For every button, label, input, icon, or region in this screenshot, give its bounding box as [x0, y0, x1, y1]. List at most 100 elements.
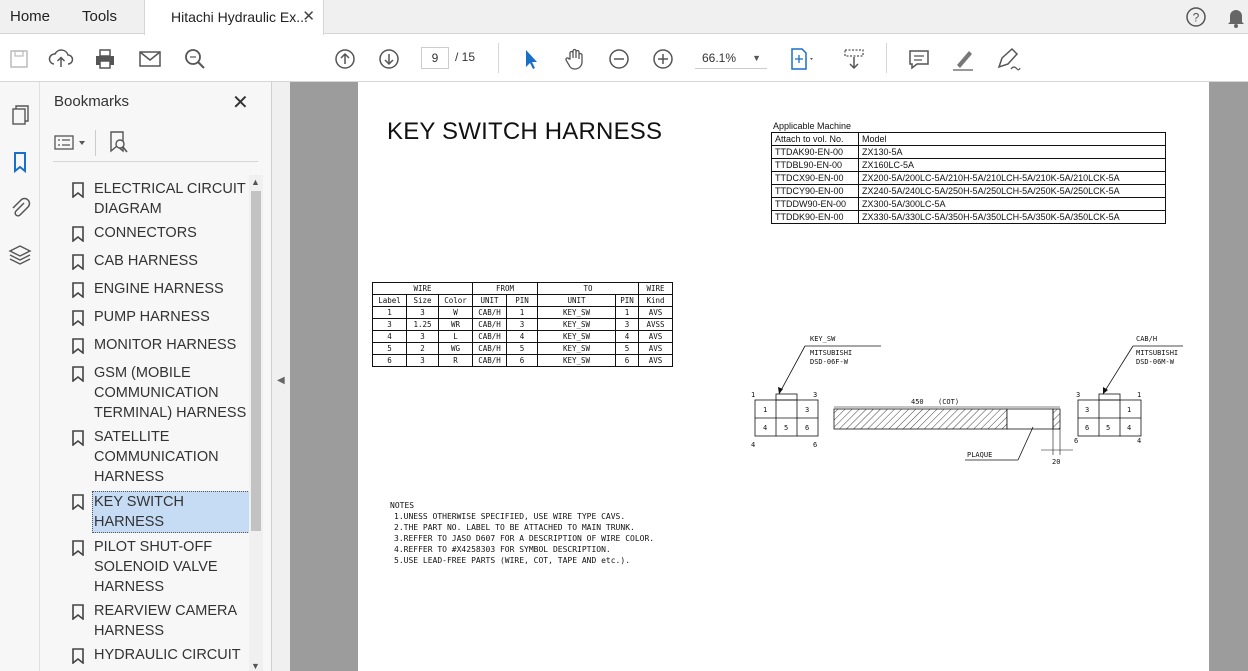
panel-collapse-handle[interactable]: ◀	[272, 82, 290, 671]
help-icon[interactable]: ?	[1185, 6, 1207, 28]
layers-icon[interactable]	[5, 240, 35, 270]
attachments-icon[interactable]	[5, 192, 35, 222]
bookmark-label: CAB HARNESS	[94, 253, 198, 269]
panel-toolbar	[53, 126, 258, 162]
table-cell: 6	[372, 354, 407, 367]
table-row: TTDCX90-EN-00 ZX200-5A/200LC-5A/210H-5A/2…	[771, 171, 1166, 185]
bookmark-scrollbar[interactable]: ▲ ▼	[249, 175, 263, 671]
fit-page-icon[interactable]	[785, 45, 813, 73]
note-line: 4.REFFER TO #X4258303 FOR SYMBOL DESCRIP…	[394, 545, 611, 554]
bookmark-label: KEY SWITCH HARNESS	[92, 491, 250, 533]
table-cell: AVS	[638, 306, 673, 319]
table-cell: 3	[406, 354, 439, 367]
tab-home[interactable]: Home	[10, 0, 50, 34]
bookmark-item[interactable]: ELECTRICAL CIRCUIT DIAGRAM	[54, 177, 250, 221]
scroll-mode-icon[interactable]	[840, 45, 868, 73]
bookmark-item[interactable]: HYDRAULIC CIRCUIT	[54, 643, 250, 671]
navigation-rail	[0, 82, 40, 671]
wire-table: WIRE FROM TO WIRE Label Size Color UNIT PIN U…	[372, 282, 673, 367]
table-row: 5 2 WG CAB/H 5 KEY_SW 5 AVS	[372, 342, 673, 355]
bookmark-label: ELECTRICAL CIRCUIT DIAGRAM	[94, 181, 246, 217]
table-cell: ZX330-5A/330LC-5A/350H-5A/350LCH-5A/350K…	[858, 210, 1166, 224]
document-viewport: KEY SWITCH HARNESS Applicable Machine At…	[290, 82, 1248, 671]
bookmark-item[interactable]: REARVIEW CAMERA HARNESS	[54, 599, 250, 643]
tab-tools[interactable]: Tools	[82, 0, 117, 34]
right-connector-name: CAB/H	[1136, 335, 1157, 343]
hand-tool-icon[interactable]	[561, 45, 589, 73]
table-cell: KEY_SW	[537, 342, 616, 355]
table-cell: TTDCX90-EN-00	[771, 171, 859, 185]
next-page-icon[interactable]	[375, 45, 403, 73]
toolbar-divider	[498, 43, 499, 73]
table-cell: 5	[506, 342, 538, 355]
select-cursor-icon[interactable]	[517, 45, 545, 73]
table-cell: 1	[615, 306, 639, 319]
tab-bar: Home Tools Hitachi Hydraulic Ex... ✕ ?	[0, 0, 1248, 35]
bookmark-item[interactable]: KEY SWITCH HARNESS	[54, 489, 250, 535]
page-number-input[interactable]: 9	[421, 47, 449, 69]
highlight-pen-icon[interactable]	[949, 45, 977, 73]
table-cell: KEY_SW	[537, 330, 616, 343]
bookmarks-panel-icon[interactable]	[5, 147, 35, 177]
bookmark-label: PILOT SHUT-OFF SOLENOID VALVE HARNESS	[94, 539, 218, 595]
bookmark-label: ENGINE HARNESS	[94, 281, 224, 297]
scroll-up-icon[interactable]: ▲	[251, 177, 260, 187]
bookmark-icon	[54, 179, 84, 219]
print-icon[interactable]	[91, 45, 119, 73]
bookmark-icon	[54, 537, 84, 597]
note-line: 2.THE PART NO. LABEL TO BE ATTACHED TO M…	[394, 523, 635, 532]
bookmark-item[interactable]: GSM (MOBILE COMMUNICATION TERMINAL) HARN…	[54, 361, 250, 425]
bookmark-icon	[54, 491, 84, 533]
page-thumbnails-icon[interactable]	[5, 100, 35, 130]
table-cell: CAB/H	[472, 306, 507, 319]
table-cell: ZX130-5A	[858, 145, 1166, 159]
save-icon[interactable]	[5, 45, 33, 73]
table-cell: 3	[615, 318, 639, 331]
cavity-number: 4	[763, 424, 767, 432]
bookmark-label: SATELLITE COMMUNICATION HARNESS	[94, 429, 219, 485]
cavity-number: 6	[805, 424, 809, 432]
table-cell: WG	[438, 342, 473, 355]
sign-pen-icon[interactable]	[993, 45, 1021, 73]
table-cell: 1	[372, 306, 407, 319]
collapse-arrow-icon: ◀	[277, 375, 285, 386]
scroll-down-icon[interactable]: ▼	[251, 661, 260, 671]
previous-page-icon[interactable]	[331, 45, 359, 73]
find-bookmark-icon[interactable]	[105, 129, 131, 157]
note-line: 3.REFFER TO JASO D607 FOR A DESCRIPTION …	[394, 534, 655, 543]
toolbar: 9 / 15 66.1% ▼	[0, 35, 1248, 82]
table-header: Attach to vol. No.	[771, 132, 859, 146]
notification-bell-icon[interactable]	[1225, 6, 1247, 28]
bookmark-item[interactable]: CAB HARNESS	[54, 249, 250, 277]
comment-icon[interactable]	[905, 45, 933, 73]
zoom-out-icon[interactable]	[605, 45, 633, 73]
table-row: 6 3 R CAB/H 6 KEY_SW 6 AVS	[372, 354, 673, 367]
bookmark-options-icon[interactable]	[53, 130, 89, 156]
table-cell: ZX240-5A/240LC-5A/250H-5A/250LCH-5A/250K…	[858, 184, 1166, 198]
bookmark-item[interactable]: SATELLITE COMMUNICATION HARNESS	[54, 425, 250, 489]
bookmark-item[interactable]: PUMP HARNESS	[54, 305, 250, 333]
tab-document[interactable]: Hitachi Hydraulic Ex... ✕	[144, 0, 324, 35]
bookmark-item[interactable]: MONITOR HARNESS	[54, 333, 250, 361]
table-header: PIN	[615, 294, 639, 307]
table-cell: 3	[406, 306, 439, 319]
table-cell: TTDDW90-EN-00	[771, 197, 859, 211]
table-cell: R	[438, 354, 473, 367]
bookmark-item[interactable]: CONNECTORS	[54, 221, 250, 249]
toolbar-divider	[886, 43, 887, 73]
bookmark-item[interactable]: ENGINE HARNESS	[54, 277, 250, 305]
bookmark-item[interactable]: PILOT SHUT-OFF SOLENOID VALVE HARNESS	[54, 535, 250, 599]
zoom-select[interactable]: 66.1% ▼	[695, 47, 767, 69]
zoom-in-icon[interactable]	[649, 45, 677, 73]
pin-mark: 4	[1137, 437, 1141, 445]
scroll-thumb[interactable]	[251, 191, 261, 531]
table-cell: W	[438, 306, 473, 319]
bookmark-icon	[54, 335, 84, 359]
harness-diagram: KEY_SW MITSUBISHI DSD-06F-W 1 3 1 3 4 5 …	[751, 335, 1183, 466]
close-panel-button[interactable]: ✕	[232, 90, 249, 115]
table-row: TTDCY90-EN-00 ZX240-5A/240LC-5A/250H-5A/2…	[771, 184, 1166, 198]
zoom-search-icon[interactable]	[181, 45, 209, 73]
tab-close-button[interactable]: ✕	[302, 0, 315, 34]
email-icon[interactable]	[136, 45, 164, 73]
upload-cloud-icon[interactable]	[47, 45, 75, 73]
